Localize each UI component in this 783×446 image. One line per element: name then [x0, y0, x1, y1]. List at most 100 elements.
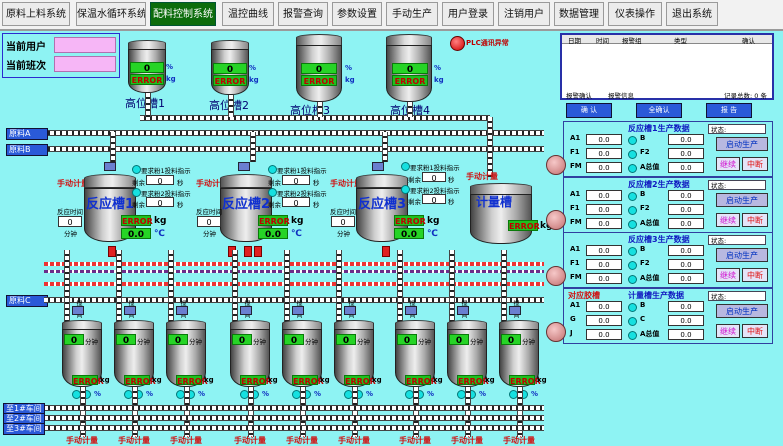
interrupt-button[interactable]: 中断: [742, 157, 768, 171]
reactor-1-label: 反应槽1: [86, 197, 135, 212]
kg-unit: kg: [320, 376, 330, 384]
plc-status-text: PLC通讯异常: [466, 39, 509, 47]
interrupt-button[interactable]: 中断: [742, 268, 768, 282]
menu-param-settings[interactable]: 参数设置: [332, 2, 382, 26]
alarm-footer-info: 报警信息: [608, 92, 634, 100]
menu-manual-production[interactable]: 手动生产: [386, 2, 438, 26]
small-tank-manual[interactable]: 手动计量: [399, 435, 431, 446]
motor-icon: [405, 306, 417, 315]
raw-c-source: 原料C: [6, 295, 48, 307]
pipe-vert: [397, 250, 403, 322]
interrupt-button[interactable]: 中断: [742, 213, 768, 227]
start-production-button[interactable]: 启动生产: [716, 137, 768, 151]
menu-instrument[interactable]: 仪表操作: [608, 2, 662, 26]
row-value-1: 0.0: [586, 273, 622, 284]
menu-temp-curve[interactable]: 温控曲线: [222, 2, 274, 26]
start-production-button[interactable]: 启动生产: [716, 193, 768, 207]
remain1-value: 0: [422, 172, 446, 183]
meter-tank-weight: ERROR: [508, 220, 540, 231]
panel-1-round-button[interactable]: [546, 155, 566, 175]
menu-exit[interactable]: 退出系统: [666, 2, 718, 26]
production-panel-2: 反应槽2生产数据 状态: A1 0.0 B 0.0 F1 0.0 F2 0.0 FM 0.0 A总值 0.…: [563, 177, 773, 233]
kg-unit: kg: [433, 376, 443, 384]
pipe-vert: [250, 132, 256, 162]
reaction-time-label: 反应时间: [330, 208, 356, 216]
continue-button[interactable]: 继续: [716, 157, 740, 171]
small-tank-value: 0: [336, 334, 356, 346]
reactor-3-label: 反应槽3: [358, 197, 407, 212]
small-tank-manual[interactable]: 手动计量: [170, 435, 202, 446]
current-user-label: 当前用户: [6, 42, 46, 53]
pct-unit: %: [427, 390, 435, 398]
menu-user-login[interactable]: 用户登录: [442, 2, 494, 26]
menu-alarm-query[interactable]: 报警查询: [278, 2, 328, 26]
small-tank-manual[interactable]: 手动计量: [338, 435, 370, 446]
kg-unit: kg: [434, 76, 444, 84]
pipe-vert: [145, 93, 151, 117]
remain1-value: 0: [282, 175, 310, 186]
row-label-2: B: [640, 245, 646, 253]
small-tank-value: 0: [449, 334, 469, 346]
production-panel-4: 对应胶槽 计量槽生产数据 状态: A1 0.0 B 0.0 G 0.0 C 0.0 J 0.0 A总值 0.…: [563, 288, 773, 344]
row-value-1: 0.0: [586, 134, 622, 145]
row-label-2: A总值: [640, 219, 660, 227]
continue-button[interactable]: 继续: [716, 213, 740, 227]
alarm-ack-button[interactable]: 确 认: [566, 103, 612, 118]
menu-logout[interactable]: 注销用户: [498, 2, 550, 26]
pipe-raw-a: [44, 130, 544, 136]
small-tank-manual[interactable]: 手动计量: [234, 435, 266, 446]
current-shift-label: 当前班次: [6, 61, 46, 72]
motor-icon: [238, 162, 250, 171]
small-tank-manual[interactable]: 手动计量: [286, 435, 318, 446]
small-tank-manual[interactable]: 手动计量: [66, 435, 98, 446]
row-value-1: 0.0: [586, 259, 622, 270]
small-tank-manual[interactable]: 手动计量: [451, 435, 483, 446]
pipe-vert: [487, 117, 493, 177]
menu-raw-material[interactable]: 原料上料系统: [2, 2, 70, 26]
valve-icon[interactable]: [244, 246, 252, 257]
menu-insulation-water[interactable]: 保温水循环系统: [76, 2, 146, 26]
row-value-2: 0.0: [668, 315, 704, 326]
row-label-2: B: [640, 301, 646, 309]
row-label: F1: [570, 204, 580, 212]
row-led: [628, 150, 637, 159]
small-tank-manual[interactable]: 手动计量: [118, 435, 150, 446]
reaction-time-label: 反应时间: [57, 208, 83, 216]
pct-unit: %: [366, 390, 374, 398]
continue-button[interactable]: 继续: [716, 324, 740, 338]
panel-3-round-button[interactable]: [546, 266, 566, 286]
start-production-button[interactable]: 启动生产: [716, 304, 768, 318]
pipe-vert: [284, 250, 290, 322]
small-tank-value: 0: [284, 334, 304, 346]
pipe-raw-b: [44, 146, 544, 152]
interrupt-button[interactable]: 中断: [742, 324, 768, 338]
valve-icon[interactable]: [382, 246, 390, 257]
row-label-2: F2: [640, 204, 650, 212]
valve-icon[interactable]: [108, 246, 116, 257]
panel-4-round-button[interactable]: [546, 322, 566, 342]
pct-unit: %: [531, 390, 539, 398]
alarm-col-date: 日期: [568, 37, 581, 45]
panel-2-round-button[interactable]: [546, 210, 566, 230]
alarm-ack-all-button[interactable]: 全确认: [636, 103, 682, 118]
pipe-vert: [228, 95, 234, 117]
menu-batching-control[interactable]: 配料控制系统: [150, 2, 216, 26]
alarm-report-button[interactable]: 报 告: [706, 103, 752, 118]
kg-unit: kg: [154, 216, 167, 226]
valve-icon[interactable]: [254, 246, 262, 257]
sec-unit: 秒: [448, 198, 455, 206]
row-value-2: 0.0: [668, 218, 704, 229]
alarm-col-time: 时间: [596, 37, 609, 45]
row-label: A1: [570, 245, 581, 253]
menu-data-management[interactable]: 数据管理: [554, 2, 604, 26]
meter-tank-label: 计量槽: [476, 195, 513, 209]
start-production-button[interactable]: 启动生产: [716, 248, 768, 262]
panel-status: 状态:: [708, 124, 766, 134]
panel-title: 反应槽2生产数据: [628, 180, 690, 189]
row-value-2: 0.0: [668, 259, 704, 270]
pipe-vert: [449, 250, 455, 322]
panel-status: 状态:: [708, 235, 766, 245]
continue-button[interactable]: 继续: [716, 268, 740, 282]
small-tank-manual[interactable]: 手动计量: [503, 435, 535, 446]
meter-tank-manual[interactable]: 手动计量: [466, 171, 498, 182]
